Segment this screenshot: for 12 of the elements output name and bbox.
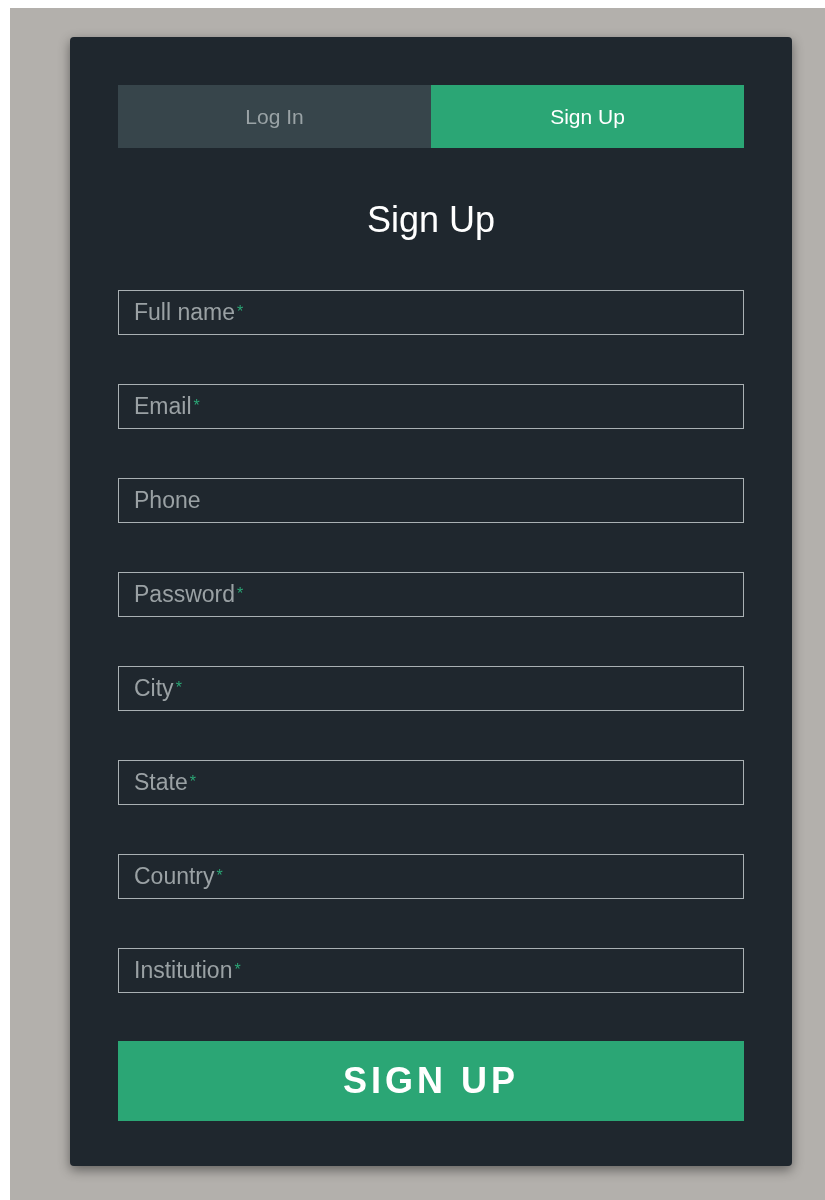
input-field[interactable]: Email*	[118, 384, 744, 429]
input-field[interactable]: Phone	[118, 478, 744, 523]
input-field[interactable]: Institution*	[118, 948, 744, 993]
input-field[interactable]: Password*	[118, 572, 744, 617]
input-field[interactable]: Full name*	[118, 290, 744, 335]
input-field[interactable]: City*	[118, 666, 744, 711]
sign-up-button[interactable]: SIGN UP	[118, 1041, 744, 1121]
form-title: Sign Up	[366, 198, 496, 242]
input-field[interactable]: Country*	[118, 854, 744, 899]
tab[interactable]: Sign Up	[431, 85, 744, 148]
tab[interactable]: Log In	[118, 85, 431, 148]
input-field[interactable]: State*	[118, 760, 744, 805]
